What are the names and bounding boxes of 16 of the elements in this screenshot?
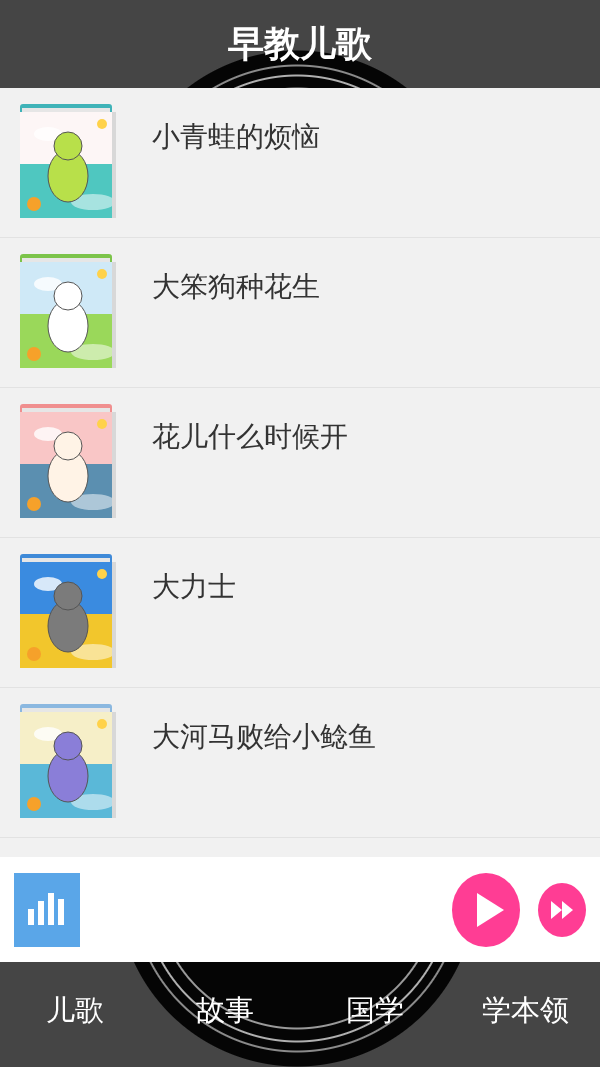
play-icon[interactable] <box>452 872 520 947</box>
song-title: 大力士 <box>152 569 236 605</box>
nav-tab[interactable]: 儿歌 <box>0 962 150 1067</box>
nav-tab[interactable]: 学本领 <box>450 962 600 1067</box>
song-row[interactable]: 大笨狗种花生 <box>0 238 600 388</box>
fast-forward-icon[interactable] <box>538 882 586 937</box>
song-title: 花儿什么时候开 <box>152 419 348 455</box>
song-title: 小青蛙的烦恼 <box>152 119 320 155</box>
song-title: 大笨狗种花生 <box>152 269 320 305</box>
song-row[interactable]: 大河马败给小鲶鱼 <box>0 688 600 838</box>
page-title: 早教儿歌 <box>228 21 372 66</box>
equalizer-icon[interactable] <box>14 872 80 947</box>
song-row[interactable]: 花儿什么时候开 <box>0 388 600 538</box>
song-row[interactable]: 大力士 <box>0 538 600 688</box>
song-title: 大河马败给小鲶鱼 <box>152 719 376 755</box>
song-row[interactable]: 小青蛙的烦恼 <box>0 88 600 238</box>
